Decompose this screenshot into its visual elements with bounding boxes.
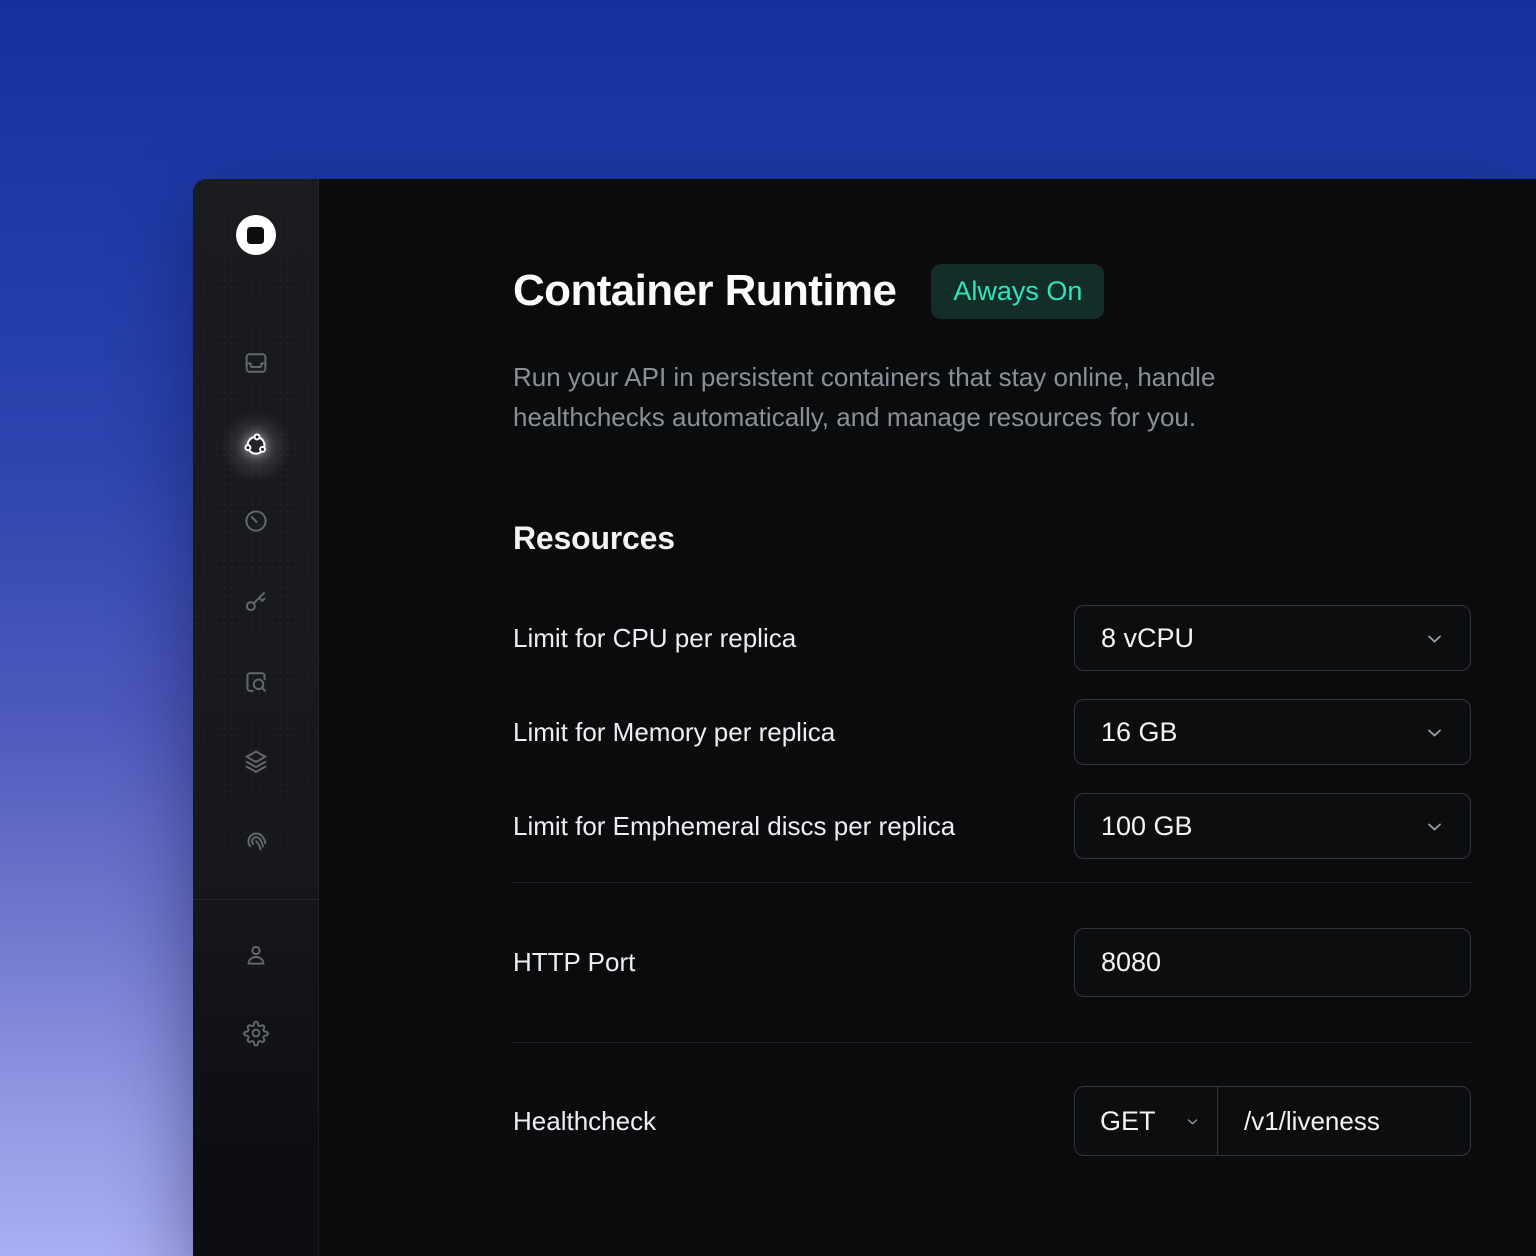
share-network-icon — [242, 431, 270, 464]
user-icon — [242, 941, 270, 974]
healthcheck-label: Healthcheck — [513, 1106, 656, 1137]
file-search-icon — [242, 668, 270, 701]
healthcheck-method-select[interactable]: GET — [1075, 1087, 1218, 1155]
sidebar-item-fingerprint-auth[interactable] — [232, 819, 280, 867]
ephemeral-disc-limit-row: Limit for Emphemeral discs per replica 1… — [513, 793, 1471, 859]
cpu-limit-value: 8 vCPU — [1101, 623, 1194, 654]
http-port-input[interactable] — [1074, 928, 1471, 997]
description-line-1: Run your API in persistent containers th… — [513, 357, 1471, 397]
http-port-label: HTTP Port — [513, 947, 635, 978]
healthcheck-method-value: GET — [1100, 1106, 1156, 1137]
resources-heading: Resources — [513, 519, 1471, 557]
cpu-limit-row: Limit for CPU per replica 8 vCPU — [513, 605, 1471, 671]
memory-limit-row: Limit for Memory per replica 16 GB — [513, 699, 1471, 765]
section-divider — [513, 1042, 1471, 1043]
ephemeral-disc-limit-label: Limit for Emphemeral discs per replica — [513, 811, 955, 842]
healthcheck-row: Healthcheck GET — [513, 1086, 1471, 1156]
settings-gear-icon — [242, 1019, 270, 1052]
memory-limit-label: Limit for Memory per replica — [513, 717, 835, 748]
sidebar-item-container-runtime[interactable] — [232, 423, 280, 471]
sidebar-item-usage-gauge[interactable] — [232, 499, 280, 547]
ephemeral-disc-limit-select[interactable]: 100 GB — [1074, 793, 1471, 859]
resources-form: Limit for CPU per replica 8 vCPU Limit f… — [513, 605, 1471, 859]
page-title: Container Runtime — [513, 263, 896, 319]
sidebar — [193, 179, 319, 1256]
fingerprint-icon — [242, 827, 270, 860]
inbox-box-icon — [242, 349, 270, 382]
healthcheck-path-input[interactable] — [1218, 1087, 1471, 1155]
page-header: Container Runtime Always On — [513, 263, 1471, 319]
chevron-down-icon — [1423, 721, 1446, 744]
description-line-2: healthchecks automatically, and manage r… — [513, 397, 1471, 437]
memory-limit-value: 16 GB — [1101, 717, 1178, 748]
main-content: Container Runtime Always On Run your API… — [319, 179, 1536, 1256]
ephemeral-disc-limit-value: 100 GB — [1101, 811, 1193, 842]
always-on-status-badge: Always On — [931, 264, 1104, 319]
sidebar-item-inbox[interactable] — [232, 341, 280, 389]
app-logo-square-icon — [247, 227, 264, 244]
sidebar-divider — [193, 899, 318, 900]
sidebar-item-account[interactable] — [232, 933, 280, 981]
layers-stack-icon — [242, 747, 270, 780]
key-icon — [242, 587, 270, 620]
section-divider — [513, 882, 1471, 883]
chevron-down-icon — [1423, 815, 1446, 838]
app-window: Container Runtime Always On Run your API… — [193, 179, 1536, 1256]
page-description: Run your API in persistent containers th… — [513, 357, 1471, 437]
healthcheck-control: GET — [1074, 1086, 1471, 1156]
cpu-limit-label: Limit for CPU per replica — [513, 623, 796, 654]
cpu-limit-select[interactable]: 8 vCPU — [1074, 605, 1471, 671]
http-port-row: HTTP Port — [513, 928, 1471, 997]
chevron-down-icon — [1184, 1113, 1201, 1130]
gauge-icon — [242, 507, 270, 540]
app-logo[interactable] — [236, 215, 276, 255]
sidebar-item-logs-search[interactable] — [232, 660, 280, 708]
sidebar-item-api-keys[interactable] — [232, 579, 280, 627]
sidebar-item-settings[interactable] — [232, 1011, 280, 1059]
chevron-down-icon — [1423, 627, 1446, 650]
sidebar-item-layers[interactable] — [232, 739, 280, 787]
memory-limit-select[interactable]: 16 GB — [1074, 699, 1471, 765]
